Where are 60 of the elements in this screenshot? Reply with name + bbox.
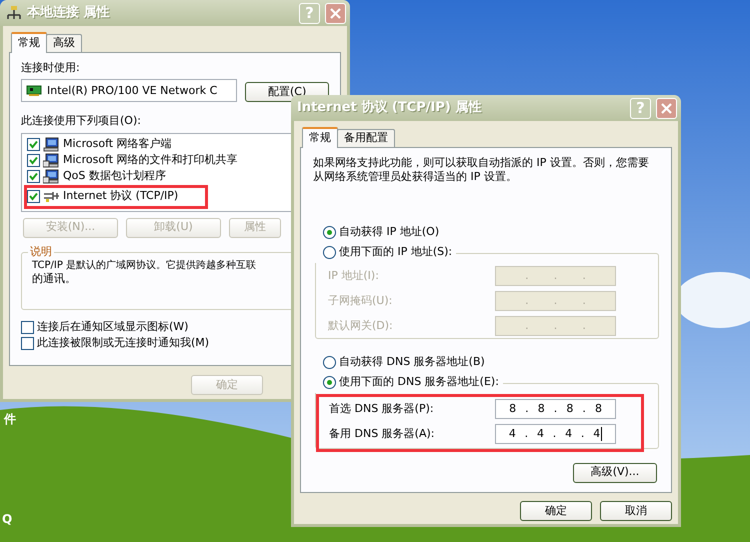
network-icon [6,6,22,20]
tab[interactable]: 高级 [46,34,82,52]
option-label: 此连接被限制或无连接时通知我(M) [37,336,210,351]
ip-address-field[interactable]: 8 . 8 . 8 . 8 [495,399,616,420]
list-item[interactable]: Microsoft 网络客户端 [27,136,172,153]
tab[interactable]: 常规 [302,127,338,148]
field-label: 子网掩码(U): [328,294,392,308]
radio-button[interactable] [323,356,336,370]
close-icon [330,8,341,18]
item-label: QoS 数据包计划程序 [63,169,166,184]
radio-button[interactable] [323,246,336,260]
checkbox[interactable] [21,321,34,334]
cancel-button[interactable]: 取消 [600,501,672,521]
item-label: Microsoft 网络客户端 [63,137,172,152]
list-item[interactable]: Microsoft 网络的文件和打印机共享 [27,152,238,169]
close-icon [661,102,672,114]
tab[interactable]: 常规 [11,32,47,53]
option-label: 连接后在通知区域显示图标(W) [37,320,188,335]
group-title: 说明 [28,244,54,259]
checkmark-icon [29,192,38,202]
radio-label: 使用下面的 DNS 服务器地址(E): [339,375,499,390]
item-label: Internet 协议 (TCP/IP) [63,189,178,204]
field-label: 首选 DNS 服务器(P): [329,402,434,416]
checkbox[interactable] [21,337,34,350]
radio-label: 自动获得 IP 地址(O) [339,225,440,240]
computer-icon [43,153,60,168]
window-title: Internet 协议 (TCP/IP) 属性 [297,100,482,116]
field-label: 连接时使用: [21,61,81,76]
ok-button[interactable]: 确定 [520,501,592,521]
advanced-button[interactable]: 高级(V)... [573,462,657,483]
field-label: 备用 DNS 服务器(A): [329,426,434,442]
tab[interactable]: 备用配置 [337,129,395,147]
ip-address-field[interactable]: 4 . 4 . 4 . 4 [495,424,616,444]
adapter-name: Intel(R) PRO/100 VE Network C [47,84,218,98]
text-cursor [601,427,602,442]
checkbox[interactable] [27,154,40,168]
computer-icon [43,169,60,184]
radio-option[interactable]: 自动获得 IP 地址(O) [313,222,440,243]
network-card-icon [26,84,42,97]
radio-label: 使用下面的 IP 地址(S): [339,245,452,260]
radio-option[interactable]: 自动获得 DNS 服务器地址(B) [313,352,485,373]
list-item[interactable]: Internet 协议 (TCP/IP) [27,188,178,205]
radio-button[interactable] [323,226,336,240]
description-text: TCP/IP 是默认的广域网协议。它提供跨越多种互联 的通讯。 [32,258,258,286]
checkbox[interactable] [27,138,40,152]
radio-label: 自动获得 DNS 服务器地址(B) [339,355,485,370]
field-label: 此连接使用下列项目(O): [21,114,142,129]
item-label: Microsoft 网络的文件和打印机共享 [63,153,238,168]
checkbox-option[interactable]: 此连接被限制或无连接时通知我(M) [21,336,210,352]
field-label: IP 地址(I): [328,268,379,284]
checkbox[interactable] [27,190,40,204]
intro-text: 如果网络支持此功能，则可以获取自动指派的 IP 设置。否则，您需要从网络系统管理员处获得适当的 IP 设置。 [313,156,650,185]
list-item[interactable]: QoS 数据包计划程序 [27,168,166,185]
field-label: 默认网关(D): [328,318,393,334]
window-title: 本地连接 属性 [27,4,111,22]
radio-button[interactable] [323,376,336,390]
network-protocol-icon [43,189,60,204]
checkbox-option[interactable]: 连接后在通知区域显示图标(W) [21,320,188,336]
checkbox[interactable] [27,170,40,184]
computer-icon [43,137,60,152]
